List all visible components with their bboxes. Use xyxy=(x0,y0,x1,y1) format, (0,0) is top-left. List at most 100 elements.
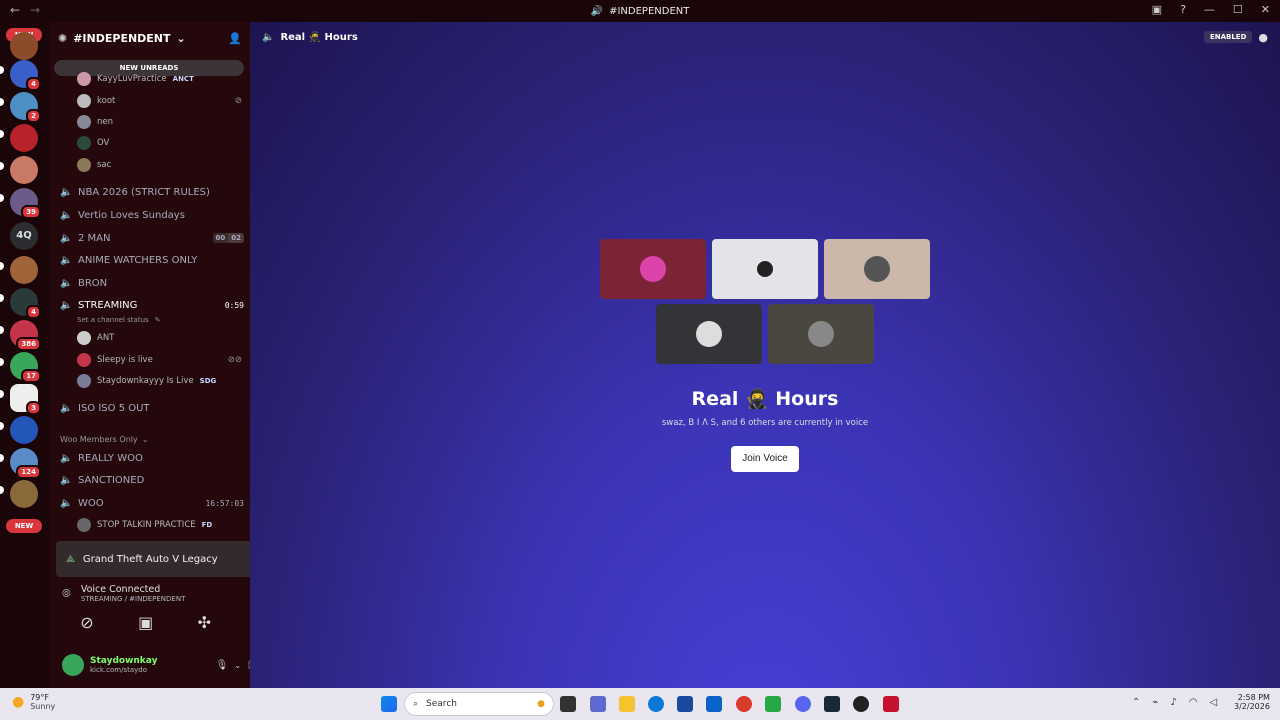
voice-channel[interactable]: 🔈 Vertio Loves Sundays xyxy=(60,206,244,224)
server-icon[interactable]: 2 xyxy=(10,92,41,123)
back-arrow-icon[interactable]: ← xyxy=(10,3,20,17)
steam-icon[interactable] xyxy=(824,696,840,712)
weather-widget[interactable]: ● 79°F Sunny xyxy=(12,693,55,711)
voice-user[interactable]: nen xyxy=(77,114,242,130)
server-icon[interactable] xyxy=(10,124,38,152)
help-icon[interactable]: ? xyxy=(1180,3,1186,16)
volume-icon[interactable]: ◁ xyxy=(1210,697,1218,708)
network-icon[interactable]: ⌁ xyxy=(1152,697,1158,708)
enabled-badge[interactable]: ENABLED xyxy=(1203,31,1253,43)
close-icon[interactable]: ✕ xyxy=(1261,3,1270,16)
unread-pill xyxy=(0,98,4,106)
discord-icon[interactable] xyxy=(795,696,811,712)
add-member-icon[interactable]: 👤 xyxy=(228,32,242,45)
search-box[interactable]: ⌕ Search ● xyxy=(404,692,554,716)
voice-user[interactable]: OV xyxy=(77,135,242,151)
voice-channel[interactable]: 🔈 ISO ISO 5 OUT xyxy=(60,399,244,417)
user-info[interactable]: Staydownkay kick.com/staydo xyxy=(90,656,157,674)
edge-icon[interactable] xyxy=(648,696,664,712)
avatar xyxy=(77,331,91,345)
server-icon[interactable]: 17 xyxy=(10,352,41,383)
game-name: Grand Theft Auto V Legacy xyxy=(82,553,218,565)
voice-location[interactable]: STREAMING / #INDEPENDENT xyxy=(81,595,186,603)
unread-pill xyxy=(0,326,4,334)
inbox-icon[interactable]: ▣ xyxy=(1152,3,1162,16)
voice-user[interactable]: STOP TALKIN PRACTICE FD xyxy=(77,517,242,533)
voice-user[interactable]: koot ⊘ xyxy=(77,93,242,109)
microphone-icon[interactable]: ♪ xyxy=(1170,697,1176,708)
channel-status[interactable]: Set a channel status ✎ xyxy=(77,312,242,328)
camera-off-icon[interactable]: ⊘ xyxy=(64,613,110,632)
clock[interactable]: 2:58 PM 3/2/2026 xyxy=(1234,693,1270,711)
server-icon[interactable]: 4Q xyxy=(10,222,38,250)
maximize-icon[interactable]: ☐ xyxy=(1233,3,1243,16)
server-list: NEW 4 2 39 4Q 4 386 17 3 124 NEW xyxy=(0,22,50,688)
voice-channel[interactable]: 🔈 SANCTIONED xyxy=(60,471,244,489)
server-icon[interactable]: 4 xyxy=(10,288,41,319)
chrome-icon[interactable] xyxy=(736,696,752,712)
store-icon[interactable] xyxy=(677,696,693,712)
windows-start-icon[interactable] xyxy=(381,696,397,712)
voice-user[interactable]: sac xyxy=(77,157,242,173)
voice-channel[interactable]: 🔈 WOO 16:57:03 xyxy=(60,494,244,512)
voice-user[interactable]: Sleepy is live ⊘⊘ xyxy=(77,352,242,368)
participant-tile[interactable] xyxy=(824,239,930,299)
app-icon[interactable] xyxy=(883,696,899,712)
pencil-icon: ✎ xyxy=(154,316,161,324)
speaker-icon: 🔈 xyxy=(60,186,73,198)
voice-channel[interactable]: 🔈 BRON xyxy=(60,274,244,292)
voice-user[interactable]: Staydownkayyy Is Live SDG xyxy=(77,373,242,389)
server-icon[interactable]: 39 xyxy=(10,188,41,219)
participant-tile[interactable] xyxy=(712,239,818,299)
signal-icon: ⦾ xyxy=(62,586,71,600)
server-icon[interactable]: 4 xyxy=(10,60,41,91)
participant-tile[interactable] xyxy=(600,239,706,299)
voice-channel[interactable]: 🔈 REALLY WOO xyxy=(60,449,244,467)
voice-user[interactable]: ANT xyxy=(77,330,242,346)
voice-channel[interactable]: 🔈 ANIME WATCHERS ONLY xyxy=(60,251,244,269)
file-explorer-icon[interactable] xyxy=(619,696,635,712)
microphone-icon[interactable]: 🎙 xyxy=(216,660,229,671)
voice-channel[interactable]: 🔈 NBA 2026 (STRICT RULES) xyxy=(60,183,244,201)
voice-channel[interactable]: 🔈 2 MAN 00 02 xyxy=(60,229,244,247)
app-icon[interactable] xyxy=(765,696,781,712)
chevron-down-icon[interactable]: ⌄ xyxy=(234,661,241,670)
category-header[interactable]: Woo Members Only ⌄ xyxy=(60,430,244,448)
avatar xyxy=(696,321,722,347)
outlook-icon[interactable] xyxy=(706,696,722,712)
server-icon[interactable] xyxy=(10,416,38,444)
chevron-up-icon[interactable]: ⌃ xyxy=(1132,697,1140,708)
server-icon[interactable]: 386 xyxy=(10,320,41,351)
avatar xyxy=(640,256,666,282)
server-icon[interactable] xyxy=(10,32,38,60)
forward-arrow-icon[interactable]: → xyxy=(30,3,40,17)
minimize-icon[interactable]: — xyxy=(1204,3,1215,16)
app-icon[interactable] xyxy=(853,696,869,712)
taskbar: ● 79°F Sunny ⌕ Search ● ⌃ ⌁ ♪ ◠ ◁ 2:58 P… xyxy=(0,688,1280,720)
participant-tile[interactable] xyxy=(656,304,762,364)
wifi-icon[interactable]: ◠ xyxy=(1189,697,1198,708)
server-icon[interactable] xyxy=(10,156,38,184)
mention-badge: 124 xyxy=(16,465,41,479)
server-icon[interactable] xyxy=(10,480,38,508)
server-icon[interactable]: 3 xyxy=(10,384,41,415)
unread-pill xyxy=(0,66,4,74)
activities-icon[interactable]: ✣ xyxy=(181,613,227,632)
avatar xyxy=(77,158,91,172)
join-voice-button[interactable]: Join Voice xyxy=(731,446,799,472)
voice-user[interactable]: KayyLuvPractice ANCT xyxy=(77,71,242,87)
server-icon[interactable]: 124 xyxy=(10,448,41,479)
muted-icon: ⊘⊘ xyxy=(227,355,242,365)
avatar xyxy=(757,261,773,277)
copilot-icon[interactable] xyxy=(590,696,606,712)
task-view-icon[interactable] xyxy=(560,696,576,712)
server-header[interactable]: ✺ #INDEPENDENT ⌄ 👤 xyxy=(50,22,250,54)
participant-tile[interactable] xyxy=(768,304,874,364)
unread-pill xyxy=(0,130,4,138)
chat-bubble-icon[interactable]: ● xyxy=(1258,31,1268,44)
server-icon[interactable] xyxy=(10,256,38,284)
new-badge[interactable]: NEW xyxy=(6,519,42,533)
chevron-down-icon: ⌄ xyxy=(176,31,186,45)
screen-share-icon[interactable]: ▣ xyxy=(123,613,169,632)
avatar[interactable] xyxy=(62,654,84,676)
